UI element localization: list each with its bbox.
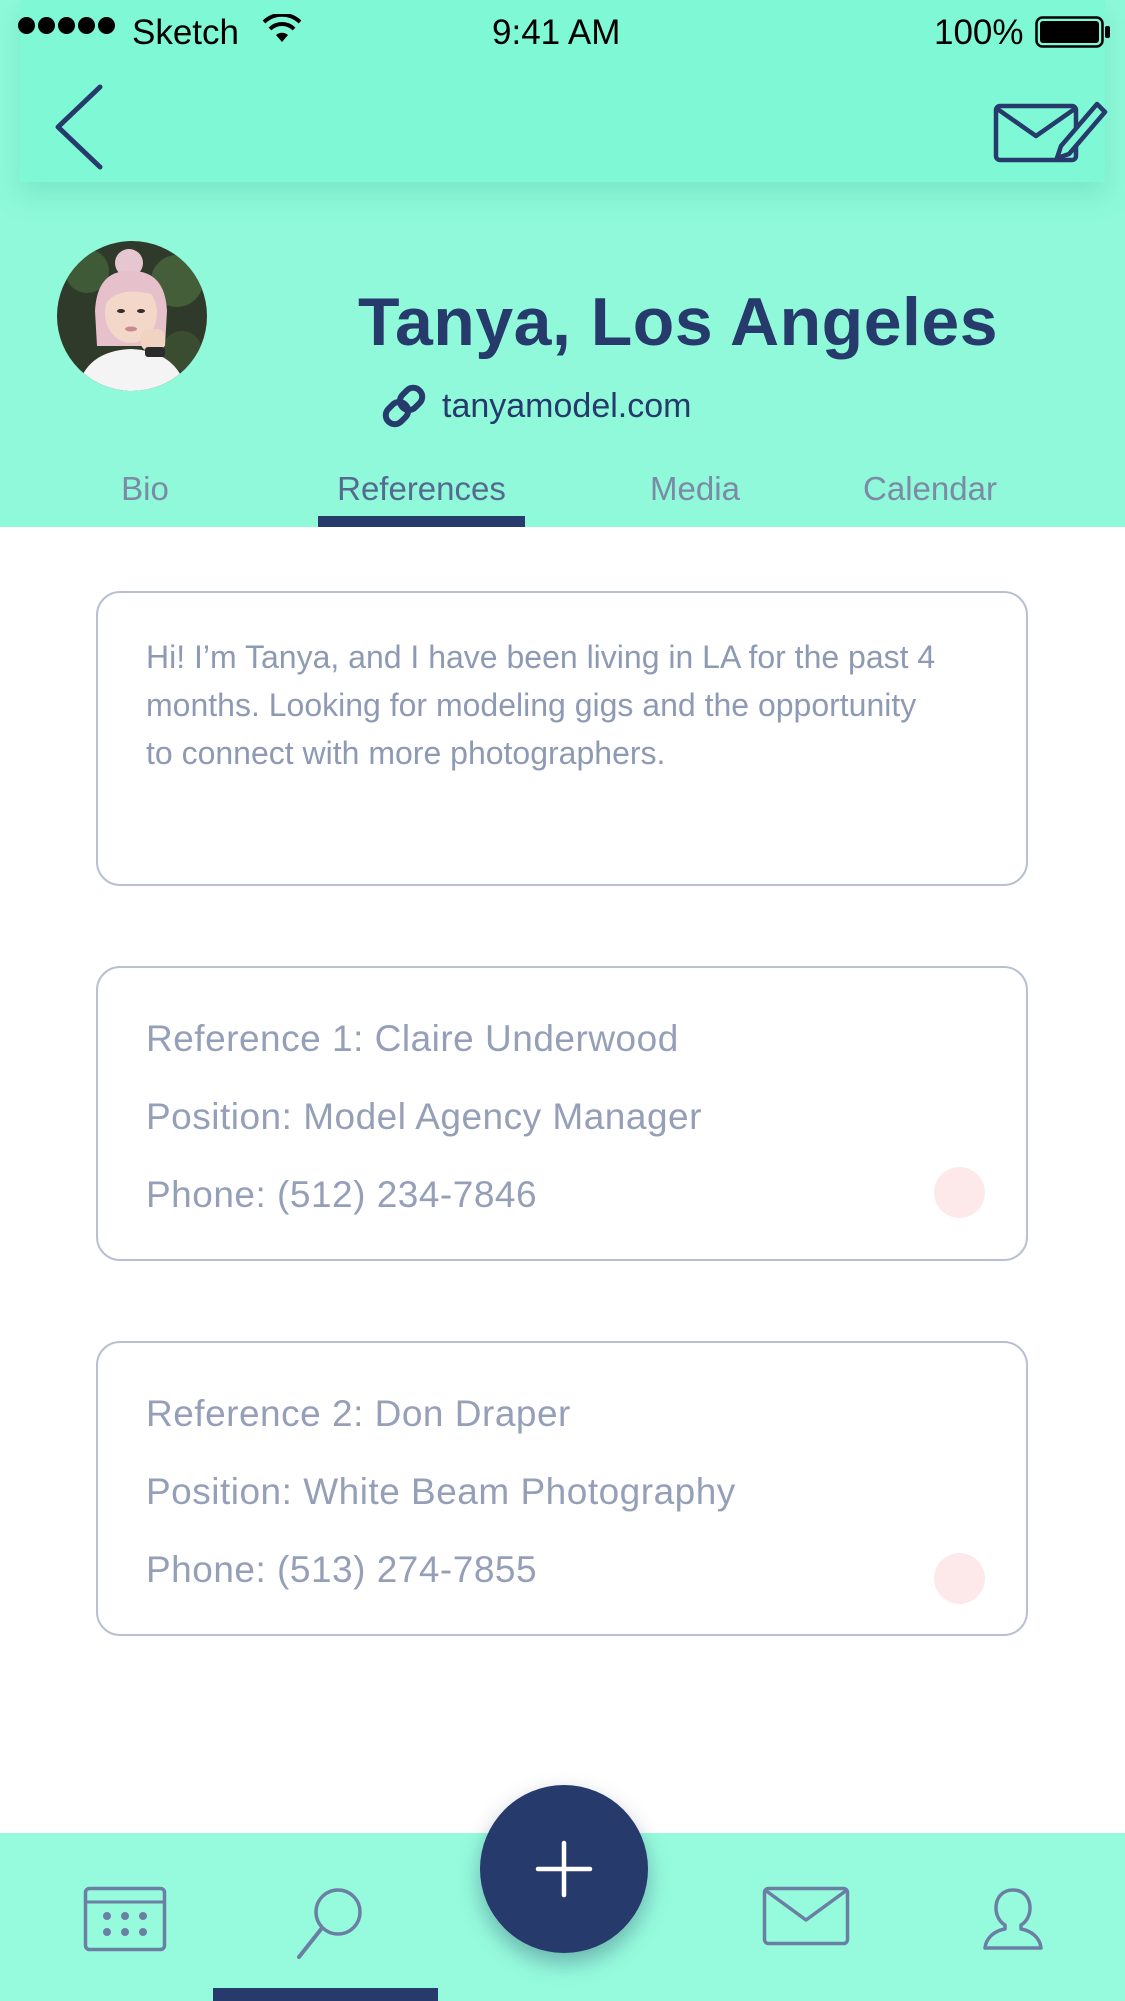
profile-website-link[interactable]: tanyamodel.com bbox=[378, 380, 691, 432]
battery-percentage: 100% bbox=[934, 13, 1024, 52]
reference-position: Position: Model Agency Manager bbox=[146, 1096, 702, 1137]
back-button[interactable] bbox=[50, 82, 110, 172]
add-button[interactable] bbox=[480, 1785, 648, 1953]
carrier-label: Sketch bbox=[132, 13, 239, 52]
tabbar-calendar-button[interactable] bbox=[83, 1886, 167, 1952]
search-icon bbox=[297, 1888, 362, 1959]
plus-icon bbox=[535, 1840, 593, 1898]
calendar-icon bbox=[83, 1886, 167, 1952]
status-bar: Sketch 9:41 AM 100% bbox=[0, 0, 1125, 66]
bio-text: Hi! I’m Tanya, and I have been living in… bbox=[146, 639, 936, 771]
signal-strength-icon bbox=[18, 17, 115, 34]
reference-title: Reference 1: Claire Underwood bbox=[146, 1018, 679, 1059]
compose-mail-icon bbox=[993, 101, 1108, 163]
profile-name: Tanya, Los Angeles bbox=[358, 284, 999, 360]
profile-website: tanyamodel.com bbox=[442, 386, 692, 425]
tabbar-mail-button[interactable] bbox=[762, 1886, 850, 1946]
status-time: 9:41 AM bbox=[492, 13, 621, 52]
wifi-icon bbox=[262, 14, 302, 42]
tab-media[interactable]: Media bbox=[630, 465, 760, 527]
battery-icon bbox=[1035, 16, 1110, 48]
reference-title: Reference 2: Don Draper bbox=[146, 1393, 571, 1434]
reference-status-dot bbox=[934, 1553, 985, 1604]
bio-card: Hi! I’m Tanya, and I have been living in… bbox=[96, 591, 1028, 886]
reference-phone[interactable]: Phone: (512) 234-7846 bbox=[146, 1174, 537, 1216]
profile-tabs: Bio References Media Calendar bbox=[0, 465, 1125, 527]
avatar[interactable] bbox=[57, 241, 207, 391]
reference-card[interactable]: Reference 1: Claire Underwood Position: … bbox=[96, 966, 1028, 1261]
chevron-left-icon bbox=[55, 84, 103, 170]
mail-icon bbox=[762, 1886, 850, 1946]
tab-bio[interactable]: Bio bbox=[95, 465, 195, 527]
active-tab-indicator bbox=[318, 516, 525, 527]
tabbar-search-button[interactable] bbox=[296, 1886, 364, 1960]
compose-message-button[interactable] bbox=[993, 98, 1108, 163]
active-tabbar-indicator bbox=[213, 1988, 438, 2001]
tabbar-profile-button[interactable] bbox=[982, 1886, 1044, 1952]
profile-icon bbox=[983, 1888, 1043, 1950]
reference-card[interactable]: Reference 2: Don Draper Position: White … bbox=[96, 1341, 1028, 1636]
reference-status-dot bbox=[934, 1167, 985, 1218]
tab-calendar[interactable]: Calendar bbox=[850, 465, 1010, 527]
link-icon bbox=[382, 384, 426, 428]
profile-photo bbox=[57, 241, 207, 391]
reference-position: Position: White Beam Photography bbox=[146, 1471, 736, 1512]
reference-phone[interactable]: Phone: (513) 274-7855 bbox=[146, 1549, 537, 1591]
